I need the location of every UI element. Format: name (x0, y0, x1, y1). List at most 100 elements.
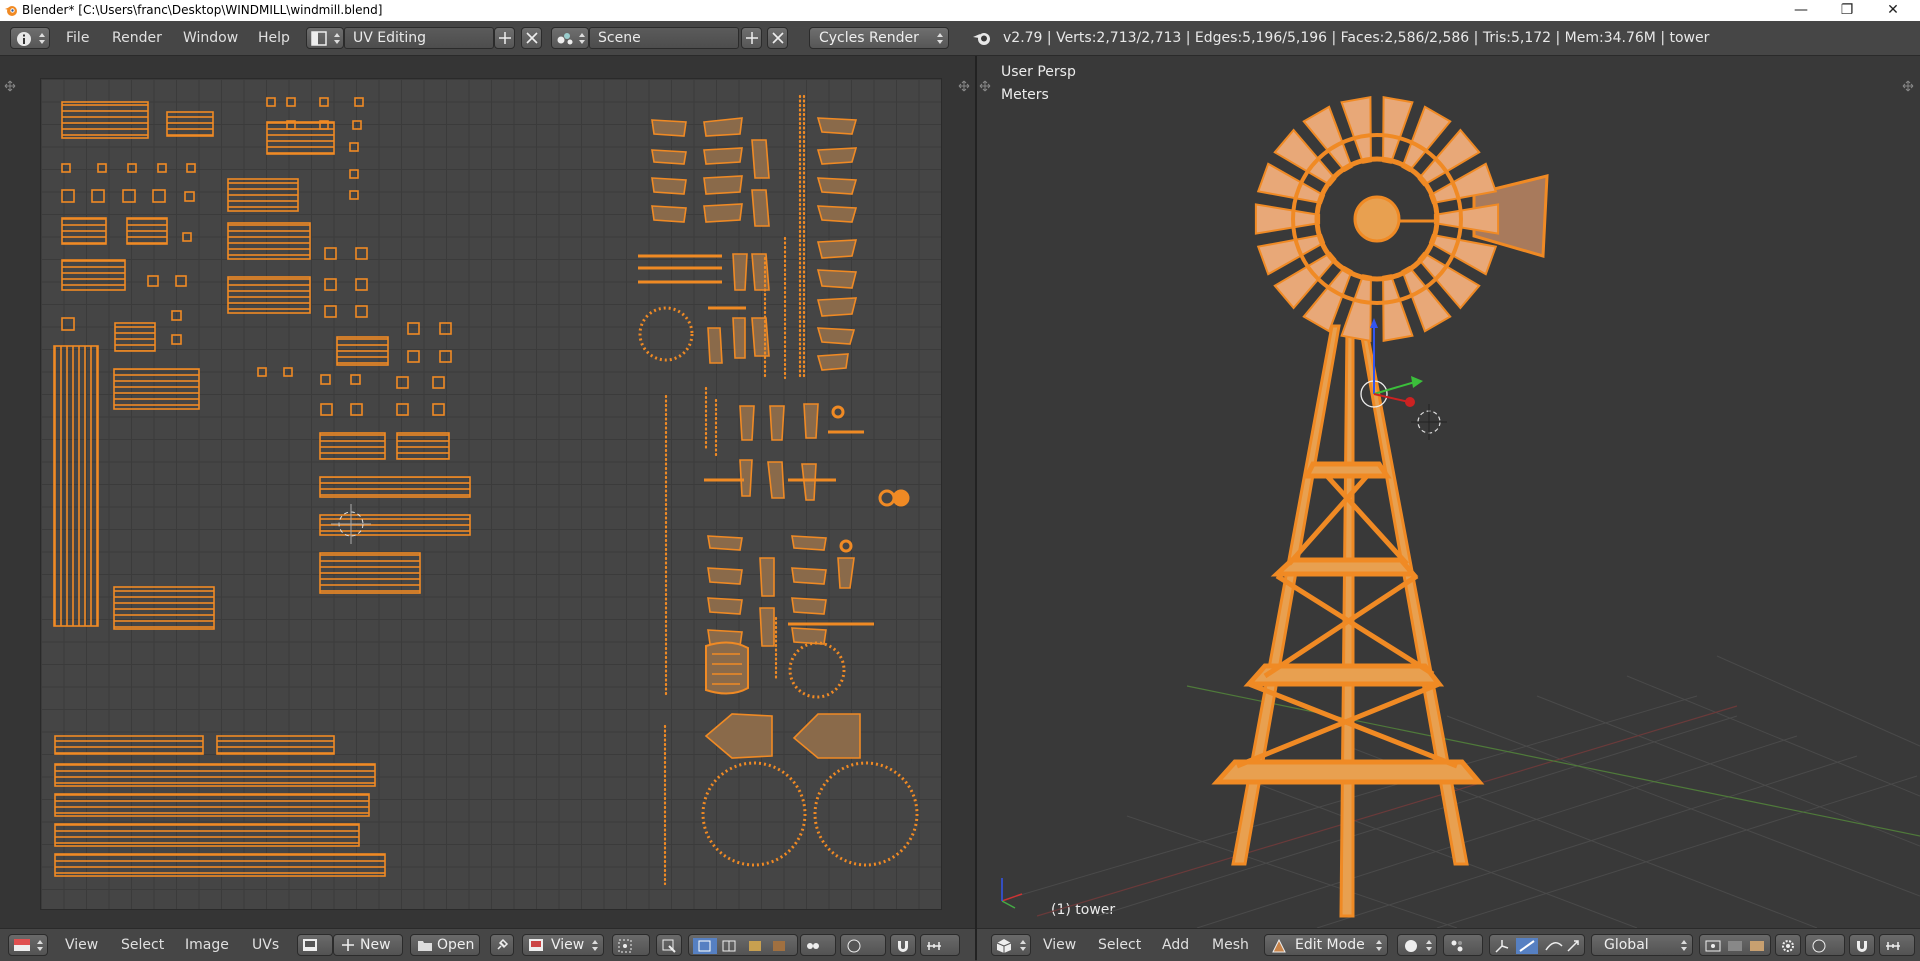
uv-view-dropdown[interactable]: View (522, 934, 604, 956)
maximize-button[interactable]: ❐ (1824, 0, 1870, 21)
new-image-button[interactable]: New (333, 934, 403, 956)
image-icon (529, 939, 543, 951)
uv-view-dropdown-label: View (551, 937, 585, 953)
gear-icon (1782, 940, 1794, 952)
render-engine-label: Cycles Render (819, 30, 919, 46)
transform-orientation-dropdown[interactable]: Global (1591, 934, 1693, 956)
menu-help[interactable]: Help (258, 21, 290, 55)
proportional-editing-dropdown[interactable] (840, 934, 886, 956)
scene-name-field[interactable]: Scene (589, 27, 739, 49)
add-scene-button[interactable] (741, 27, 762, 49)
uv-menu-view[interactable]: View (65, 929, 98, 961)
updown-arrows-icon (334, 33, 340, 44)
blender-logo-icon (5, 6, 17, 16)
add-screen-button[interactable] (494, 27, 515, 49)
plus-icon (499, 32, 511, 44)
delete-scene-button[interactable] (767, 27, 788, 49)
3d-viewport-header: View Select Add Mesh Edit Mode Global (977, 928, 1920, 961)
scene-browse-button[interactable] (551, 27, 589, 49)
pin-icon (497, 938, 509, 950)
render-engine-dropdown[interactable]: Cycles Render (809, 27, 949, 49)
uv-menu-image[interactable]: Image (185, 929, 229, 961)
limit-selection-button[interactable] (1775, 934, 1801, 956)
snap-increment-icon (927, 942, 941, 950)
snap-target-dropdown[interactable] (920, 934, 960, 956)
uv-menu-uvs[interactable]: UVs (252, 929, 279, 961)
3d-menu-mesh[interactable]: Mesh (1212, 929, 1249, 961)
updown-arrows-icon (39, 33, 45, 44)
menu-file[interactable]: File (66, 21, 89, 55)
3d-menu-add[interactable]: Add (1162, 929, 1189, 961)
image-browse-button[interactable] (297, 934, 333, 956)
updown-arrows-icon (579, 33, 585, 44)
3d-view-icon (996, 939, 1012, 953)
updown-arrows-icon (1020, 940, 1026, 951)
editor-type-3d-button[interactable] (991, 934, 1031, 956)
area-split-corner-icon[interactable] (958, 80, 970, 92)
plus-icon (342, 939, 354, 951)
plus-icon (746, 32, 758, 44)
updown-arrows-icon (37, 940, 43, 951)
magnet-icon (898, 941, 908, 952)
layout-icon (311, 31, 327, 46)
scene-icon (557, 33, 573, 45)
updown-arrows-icon (1426, 940, 1432, 951)
editor-type-info-button[interactable] (10, 27, 50, 49)
sticky-icon (807, 943, 819, 949)
3d-menu-view[interactable]: View (1043, 929, 1076, 961)
menu-window[interactable]: Window (183, 21, 238, 55)
pivot-icon (618, 939, 632, 953)
pin-button[interactable] (490, 934, 514, 956)
proportional-edit-dropdown[interactable] (1805, 934, 1845, 956)
snap-toggle-button[interactable] (890, 934, 916, 956)
proportional-icon (1812, 939, 1826, 953)
snap-element-button[interactable] (800, 934, 836, 956)
solid-shading-icon (1405, 940, 1417, 952)
minimize-button[interactable]: — (1778, 0, 1824, 21)
sync-selection-button[interactable] (656, 934, 682, 956)
selection-mode-group[interactable] (688, 934, 798, 956)
windmill-blade (1433, 203, 1500, 235)
updown-arrows-icon (1376, 940, 1382, 951)
screen-layout-browse-button[interactable] (306, 27, 344, 49)
pivot-point-dropdown[interactable] (1443, 934, 1483, 956)
manipulator-icons (1495, 938, 1579, 954)
viewport-shading-dropdown[interactable] (1397, 934, 1437, 956)
close-button[interactable]: ✕ (1870, 0, 1916, 21)
open-image-button[interactable]: Open (410, 934, 480, 956)
3d-menu-select[interactable]: Select (1098, 929, 1141, 961)
close-icon (772, 32, 784, 44)
pivot-icon (1451, 940, 1463, 952)
editor-type-uv-button[interactable] (8, 934, 48, 956)
snap-element-dropdown[interactable] (1879, 934, 1915, 956)
uv-editor-header: View Select Image UVs New Open View (0, 928, 975, 961)
menu-render[interactable]: Render (112, 21, 162, 55)
windmill-mesh[interactable] (977, 56, 1920, 928)
mode-dropdown[interactable]: Edit Mode (1264, 934, 1388, 956)
info-header: File Render Window Help UV Editing Scene… (0, 21, 1920, 56)
info-icon (17, 32, 31, 46)
image-icon (303, 939, 317, 951)
transform-manipulator-group[interactable] (1489, 934, 1585, 956)
magnet-icon (1857, 941, 1867, 952)
edit-mode-icon (1272, 938, 1286, 953)
uv-editor-area[interactable] (0, 56, 975, 928)
layer-group[interactable] (1699, 934, 1771, 956)
screen-layout-name-field[interactable]: UV Editing (344, 27, 494, 49)
updown-arrows-icon (1681, 940, 1687, 951)
snap-button[interactable] (1849, 934, 1875, 956)
2d-cursor-icon (331, 504, 371, 544)
open-image-label: Open (437, 937, 475, 953)
3d-viewport-area[interactable]: User Persp Meters (1) tower (977, 56, 1920, 928)
close-icon (526, 32, 538, 44)
new-image-label: New (360, 937, 391, 953)
folder-icon (418, 941, 432, 951)
delete-screen-button[interactable] (521, 27, 542, 49)
window-titlebar: Blender* [C:\Users\franc\Desktop\WINDMIL… (0, 0, 1920, 21)
area-split-corner-icon[interactable] (4, 80, 16, 92)
uv-islands[interactable] (40, 78, 940, 908)
pivot-dropdown[interactable] (612, 934, 650, 956)
selection-mode-icons (693, 938, 785, 954)
uv-menu-select[interactable]: Select (121, 929, 164, 961)
mode-label: Edit Mode (1295, 937, 1365, 953)
